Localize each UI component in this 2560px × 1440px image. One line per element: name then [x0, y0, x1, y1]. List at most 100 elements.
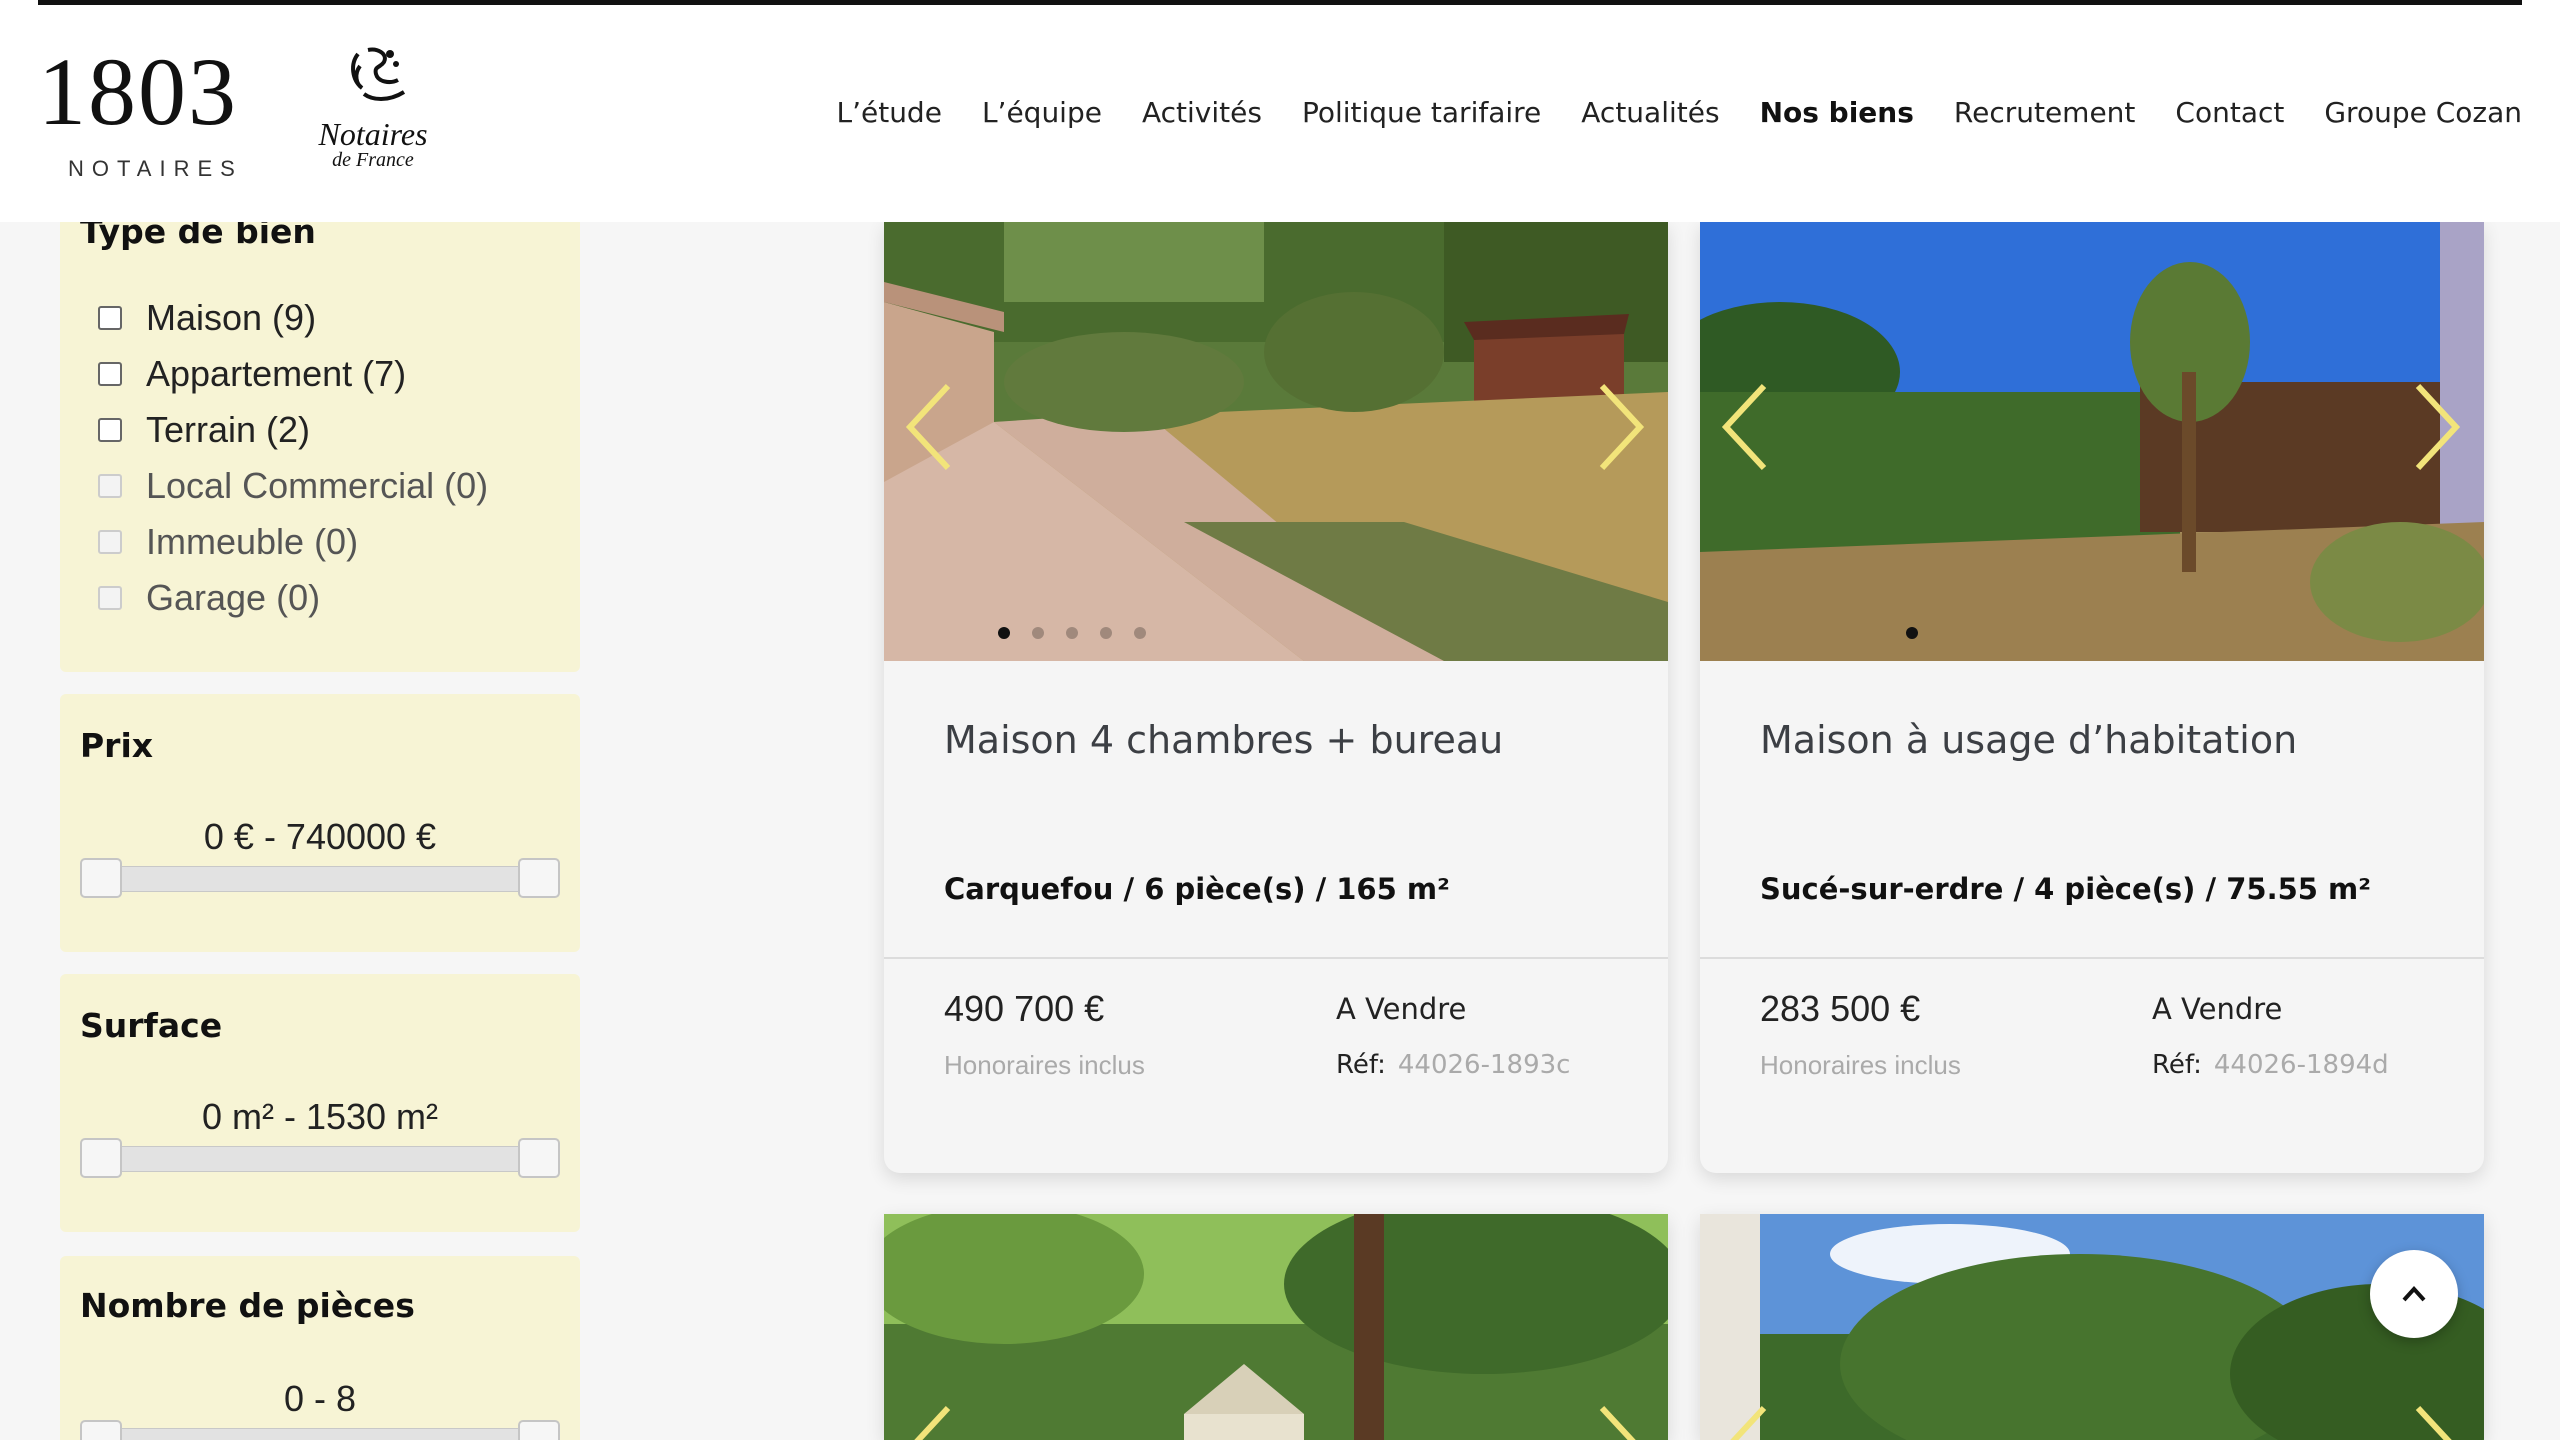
ref-label: Réf: — [1336, 1050, 1386, 1080]
next-arrow-icon[interactable] — [2404, 382, 2464, 472]
partner-logo-title: Notaires — [318, 116, 428, 152]
listing-card[interactable] — [884, 1214, 1668, 1440]
card-divider — [884, 957, 1668, 959]
nav-item-nos-biens[interactable]: Nos biens — [1760, 96, 1914, 129]
listing-meta: Carquefou / 6 pièce(s) / 165 m² — [944, 872, 1450, 906]
rooms-slider[interactable] — [80, 1428, 560, 1440]
prev-arrow-icon[interactable] — [902, 1404, 962, 1440]
marianne-emblem-icon — [351, 47, 406, 101]
carousel-dot[interactable] — [1100, 627, 1112, 639]
ref-value: 44026-1893c — [1397, 1050, 1571, 1080]
price-slider[interactable] — [80, 866, 560, 892]
nav-item-equipe[interactable]: L’équipe — [982, 96, 1102, 129]
next-arrow-icon[interactable] — [2404, 1404, 2464, 1440]
checkbox-icon — [98, 586, 122, 610]
surface-slider[interactable] — [80, 1146, 560, 1172]
main-nav: L’étude L’équipe Activités Politique tar… — [836, 96, 2522, 129]
nav-item-etude[interactable]: L’étude — [836, 96, 941, 129]
listing-title[interactable]: Maison 4 chambres + bureau — [944, 718, 1503, 762]
rooms-range-value: 0 - 8 — [283, 1378, 357, 1419]
listing-price: 283 500 € — [1760, 988, 1921, 1029]
partner-logo-subtitle: de France — [332, 149, 414, 171]
listing-card[interactable]: Maison 4 chambres + bureau Carquefou / 6… — [884, 222, 1668, 1173]
nav-item-contact[interactable]: Contact — [2175, 96, 2284, 129]
prev-arrow-icon[interactable] — [1718, 382, 1778, 472]
filter-rooms-title: Nombre de pièces — [80, 1286, 415, 1325]
type-option-appartement[interactable]: Appartement (7) — [98, 346, 488, 402]
type-option-garage: Garage (0) — [98, 570, 488, 626]
ref-value: 44026-1894d — [2213, 1050, 2389, 1080]
type-option-label: Maison (9) — [146, 297, 317, 338]
carousel-dot[interactable] — [1066, 627, 1078, 639]
price-range-value: 0 € - 740000 € — [203, 816, 437, 857]
next-arrow-icon[interactable] — [1588, 382, 1648, 472]
nav-item-groupe-cozan[interactable]: Groupe Cozan — [2324, 96, 2522, 129]
logo-number: 1803 — [38, 38, 238, 145]
listing-title[interactable]: Maison à usage d’habitation — [1760, 718, 2297, 762]
carousel-dots — [1906, 627, 1918, 639]
checkbox-icon[interactable] — [98, 306, 122, 330]
surface-slider-max-handle[interactable] — [518, 1138, 560, 1178]
garden-hedge-photo — [1700, 222, 2484, 661]
prev-arrow-icon[interactable] — [902, 382, 962, 472]
listing-fees: Honoraires inclus — [944, 1050, 1145, 1080]
type-option-local-commercial: Local Commercial (0) — [98, 458, 488, 514]
garden-terrace-photo — [884, 222, 1668, 661]
listing-photo[interactable] — [884, 222, 1668, 661]
type-option-label: Immeuble (0) — [146, 521, 359, 562]
rooms-slider-max-handle[interactable] — [518, 1420, 560, 1440]
listing-card[interactable] — [1700, 1214, 2484, 1440]
back-to-top-button[interactable] — [2370, 1250, 2458, 1338]
listing-meta: Sucé-sur-erdre / 4 pièce(s) / 75.55 m² — [1760, 872, 2371, 906]
rooms-slider-min-handle[interactable] — [80, 1420, 122, 1440]
nav-item-actualites[interactable]: Actualités — [1581, 96, 1719, 129]
price-slider-max-handle[interactable] — [518, 858, 560, 898]
surface-slider-min-handle[interactable] — [80, 1138, 122, 1178]
listing-price: 490 700 € — [944, 988, 1105, 1029]
filter-price-title: Prix — [80, 726, 154, 765]
site-logo[interactable]: 1803 NOTAIRES — [38, 44, 264, 184]
carousel-dot[interactable] — [998, 627, 1010, 639]
property-type-list: Maison (9) Appartement (7) Terrain (2) L… — [98, 290, 488, 626]
checkbox-icon[interactable] — [98, 362, 122, 386]
forest-house-photo — [884, 1214, 1668, 1440]
next-arrow-icon[interactable] — [1588, 1404, 1648, 1440]
type-option-immeuble: Immeuble (0) — [98, 514, 488, 570]
header-top-border — [38, 0, 2522, 5]
listing-status: A Vendre — [1336, 992, 1467, 1026]
listing-status: A Vendre — [2152, 992, 2283, 1026]
type-option-label: Local Commercial (0) — [146, 465, 489, 506]
checkbox-icon[interactable] — [98, 418, 122, 442]
logo-subtitle: NOTAIRES — [68, 156, 243, 181]
notaires-de-france-logo: Notaires de France — [298, 44, 448, 184]
listing-ref: Réf: 44026-1893c — [1336, 1050, 1570, 1080]
type-option-terrain[interactable]: Terrain (2) — [98, 402, 488, 458]
carousel-dot[interactable] — [1032, 627, 1044, 639]
type-option-maison[interactable]: Maison (9) — [98, 290, 488, 346]
checkbox-icon — [98, 474, 122, 498]
checkbox-icon — [98, 530, 122, 554]
carousel-dot[interactable] — [1134, 627, 1146, 639]
card-divider — [1700, 957, 2484, 959]
carousel-dot[interactable] — [1906, 627, 1918, 639]
price-slider-min-handle[interactable] — [80, 858, 122, 898]
type-option-label: Terrain (2) — [146, 409, 311, 450]
site-header: 1803 NOTAIRES Notaires de France L’étude… — [0, 0, 2560, 222]
listing-photo[interactable] — [1700, 1214, 2484, 1440]
prev-arrow-icon[interactable] — [1718, 1404, 1778, 1440]
filter-surface-title: Surface — [80, 1006, 223, 1045]
listing-photo[interactable] — [884, 1214, 1668, 1440]
nav-item-politique-tarifaire[interactable]: Politique tarifaire — [1302, 96, 1541, 129]
chevron-up-icon — [2402, 1286, 2426, 1302]
surface-range-value: 0 m² - 1530 m² — [201, 1096, 439, 1137]
nav-item-activites[interactable]: Activités — [1142, 96, 1262, 129]
listing-photo[interactable] — [1700, 222, 2484, 661]
trees-sky-photo — [1700, 1214, 2484, 1440]
listing-fees: Honoraires inclus — [1760, 1050, 1961, 1080]
listing-card[interactable]: Maison à usage d’habitation Sucé-sur-erd… — [1700, 222, 2484, 1173]
type-option-label: Appartement (7) — [146, 353, 407, 394]
ref-label: Réf: — [2152, 1050, 2202, 1080]
listing-ref: Réf: 44026-1894d — [2152, 1050, 2389, 1080]
carousel-dots — [998, 627, 1146, 639]
nav-item-recrutement[interactable]: Recrutement — [1954, 96, 2136, 129]
